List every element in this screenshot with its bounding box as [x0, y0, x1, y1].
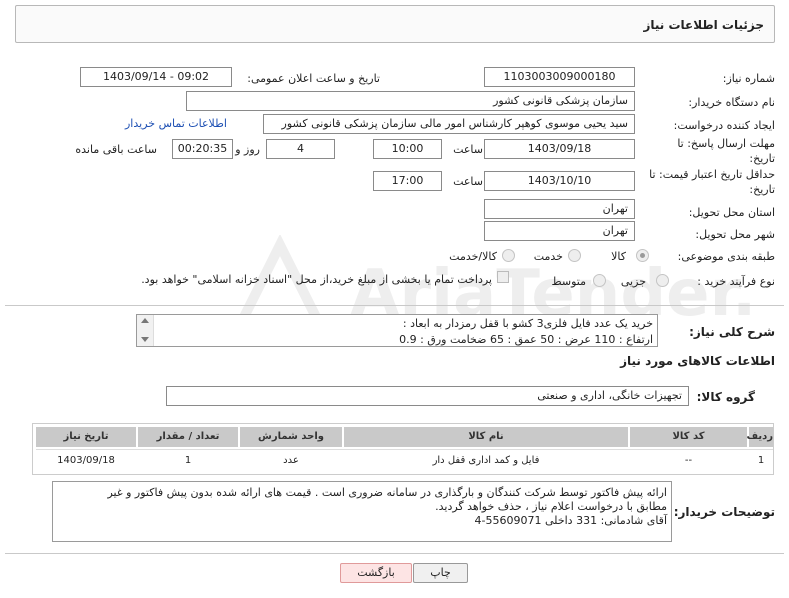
buyer-notes-textarea[interactable]: ارائه پیش فاکتور توسط شرکت کنندگان و بار…: [52, 481, 672, 542]
deadline-date-field: 1403/09/18: [484, 139, 635, 159]
footer-divider: [5, 553, 784, 554]
process-radio-medium[interactable]: [593, 274, 606, 287]
province-label: استان محل تحویل:: [688, 206, 775, 219]
need-number-label: شماره نیاز:: [722, 72, 775, 85]
category-radio-goods[interactable]: [636, 249, 649, 262]
deadline-time-label: ساعت: [453, 143, 483, 156]
col-header-code: کد کالا: [630, 427, 747, 447]
payment-checkbox[interactable]: [497, 271, 509, 283]
city-label: شهر محل تحویل:: [695, 228, 775, 241]
back-button[interactable]: بازگشت: [340, 563, 412, 583]
buyer-contact-link[interactable]: اطلاعات تماس خریدار: [125, 117, 227, 130]
category-radio-service[interactable]: [568, 249, 581, 262]
col-header-date: تاریخ نیاز: [36, 427, 136, 447]
description-textarea[interactable]: خرید یک عدد فایل فلزی3 کشو با قفل رمزدار…: [136, 314, 658, 347]
creator-label: ایجاد کننده درخواست:: [673, 119, 775, 132]
col-header-unit: واحد شمارش: [240, 427, 342, 447]
announce-field: 1403/09/14 - 09:02: [80, 67, 232, 87]
buyer-notes-line-2: مطابق با درخواست اعلام نیاز ، حذف خواهد …: [435, 500, 667, 513]
city-field: تهران: [484, 221, 635, 241]
section-divider: [5, 305, 784, 306]
announce-label: تاریخ و ساعت اعلان عمومی:: [247, 72, 380, 85]
remaining-time-field: 00:20:35: [172, 139, 233, 159]
print-button[interactable]: چاپ: [413, 563, 468, 583]
scroll-up-arrow-icon[interactable]: [141, 318, 149, 323]
need-number-field: 1103003009000180: [484, 67, 635, 87]
remaining-label: ساعت باقی مانده: [75, 143, 157, 156]
province-field: تهران: [484, 199, 635, 219]
creator-field: سید یحیی موسوی کوهپر کارشناس امور مالی س…: [263, 114, 635, 134]
page-title: جزئیات اطلاعات نیاز: [643, 18, 764, 32]
col-header-qty: تعداد / مقدار: [138, 427, 238, 447]
category-option-both: کالا/خدمت: [449, 250, 497, 263]
goods-section-title: اطلاعات کالاهای مورد نیاز: [620, 354, 775, 368]
days-field: 4: [266, 139, 335, 159]
deadline-label-2: تاریخ:: [749, 152, 775, 165]
buyer-org-label: نام دستگاه خریدار:: [688, 96, 775, 109]
goods-group-field: تجهیزات خانگی، اداری و صنعتی: [166, 386, 689, 406]
cell-index: 1: [757, 455, 765, 466]
buyer-notes-line-3: آقای شادمانی: 331 داخلی 55609071-4: [474, 514, 667, 527]
cell-name: فایل و کمد اداری قفل دار: [432, 455, 540, 466]
payment-note: پرداخت تمام یا بخشی از مبلغ خرید،از محل …: [141, 273, 492, 286]
col-header-index: ردیف: [746, 427, 773, 447]
description-label: شرح کلی نیاز:: [689, 325, 775, 339]
category-option-service: خدمت: [533, 250, 563, 263]
days-label: روز و: [235, 143, 260, 156]
category-label: طبقه بندی موضوعی:: [677, 250, 775, 263]
validity-time-label: ساعت: [453, 175, 483, 188]
description-scrollbar[interactable]: [137, 315, 154, 346]
process-option-medium: متوسط: [551, 275, 586, 288]
deadline-label-1: مهلت ارسال پاسخ: تا: [677, 137, 775, 150]
buyer-org-field: سازمان پزشکی قانونی کشور: [186, 91, 635, 111]
process-option-minor: جزیی: [620, 275, 646, 288]
validity-label-1: حداقل تاریخ اعتبار قیمت: تا: [649, 168, 775, 181]
deadline-time-field: 10:00: [373, 139, 442, 159]
cell-date: 1403/09/18: [57, 455, 115, 466]
validity-time-field: 17:00: [373, 171, 442, 191]
buyer-notes-line-1: ارائه پیش فاکتور توسط شرکت کنندگان و بار…: [107, 486, 667, 499]
validity-date-field: 1403/10/10: [484, 171, 635, 191]
goods-group-label: گروه کالا:: [696, 390, 755, 404]
buyer-notes-label: توضیحات خریدار:: [673, 505, 775, 519]
validity-label-2: تاریخ:: [749, 183, 775, 196]
cell-qty: 1: [184, 455, 192, 466]
description-line-2: ارتفاع : 110 عرض : 50 عمق : 65 ضخامت ورق…: [399, 333, 653, 346]
description-line-1: خرید یک عدد فایل فلزی3 کشو با قفل رمزدار…: [402, 317, 653, 330]
cell-unit: عدد: [283, 455, 299, 466]
cell-code: --: [684, 455, 693, 466]
process-label: نوع فرآیند خرید :: [697, 275, 775, 288]
process-radio-minor[interactable]: [656, 274, 669, 287]
category-option-goods: کالا: [611, 250, 626, 263]
col-header-name: نام کالا: [344, 427, 628, 447]
scroll-down-arrow-icon[interactable]: [141, 337, 149, 342]
page-header: جزئیات اطلاعات نیاز: [15, 5, 775, 43]
category-radio-both[interactable]: [502, 249, 515, 262]
